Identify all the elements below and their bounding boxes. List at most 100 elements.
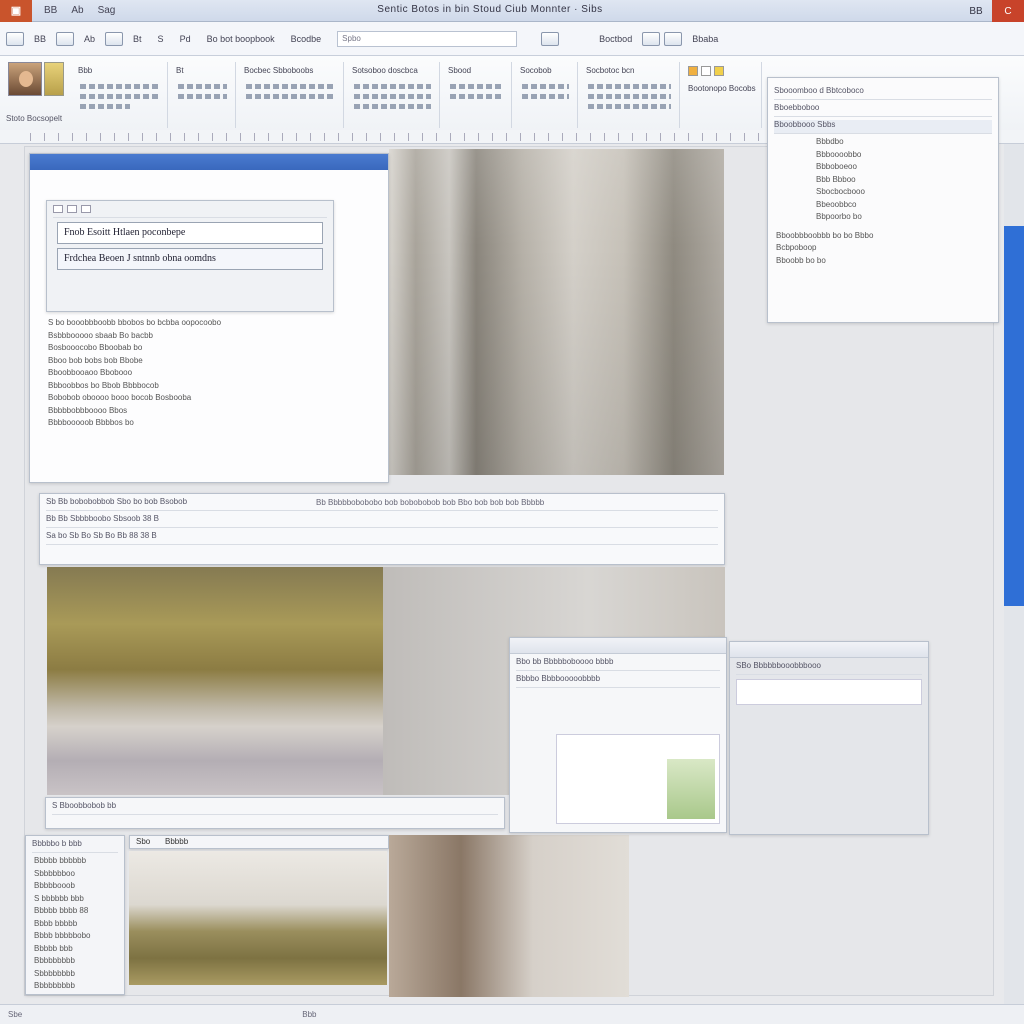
qat-item-2[interactable]: Ab — [71, 5, 83, 16]
ribbon-group-title[interactable]: Socobob — [514, 62, 577, 79]
grid-icon[interactable] — [664, 31, 683, 46]
toolbar-item-3[interactable]: Bt — [127, 32, 148, 46]
swatch-white[interactable] — [701, 66, 711, 76]
pane-footer-item[interactable]: Bcbpoboop — [776, 243, 990, 256]
toolbar-item-right-2[interactable]: Bbaba — [686, 32, 724, 46]
picture-styles-icon[interactable] — [44, 62, 64, 96]
list-item[interactable]: Sbbbbbboo — [34, 869, 116, 882]
ribbon-group-5: Sbood — [442, 62, 512, 128]
task-pane: Sbooomboo d Bbtcoboco Bboebboboo Bboobbo… — [767, 77, 999, 323]
side-list-tabs: Bbbbbo b bbb — [32, 839, 118, 853]
replace-field[interactable]: Frdchea Beoen J sntnnb obna oomdns — [57, 248, 323, 270]
toolbar-item-4[interactable]: S — [152, 32, 170, 46]
ribbon-group-title[interactable]: Socbotoc bcn — [580, 62, 679, 79]
task-pane-title: Sbooomboo d Bbtcoboco — [774, 86, 992, 100]
pane-item[interactable]: Bbboooobbo — [816, 150, 990, 163]
swatch-orange[interactable] — [688, 66, 698, 76]
toolbar-row-3[interactable]: Sa bo Sb Bo Sb Bo Bb 88 38 B — [46, 531, 718, 545]
tab-3[interactable]: Sbo — [130, 835, 156, 848]
toolbar-item-right-1[interactable]: Boctbod — [593, 32, 638, 46]
toolbar-item-1[interactable]: BB — [28, 32, 52, 46]
pane-item[interactable]: Bbboboeoo — [816, 162, 990, 175]
toolbar-item-6[interactable]: Bo bot boopbook — [201, 32, 281, 46]
avatar[interactable] — [8, 62, 42, 96]
toolbar-item-7[interactable]: Bcodbe — [285, 32, 328, 46]
workspace: Fnob Esoitt Htlaen poconbepe Frdchea Beo… — [0, 77, 1024, 1004]
qat-item-3[interactable]: Sag — [98, 5, 116, 16]
task-pane-tab[interactable]: Bboobbooo Sbbs — [774, 120, 992, 134]
pane-item[interactable]: Bbb Bbboo — [816, 175, 990, 188]
tab-2[interactable]: bbb — [69, 839, 82, 848]
list-item[interactable]: Bbbbbooob — [34, 881, 116, 894]
list-item[interactable]: Bobobob oboooo booo bocob Bosbooba — [48, 393, 302, 406]
ribbon-group-3: Bocbec Sbboboobs — [238, 62, 344, 128]
list-item[interactable]: Bbbbbbbbb — [34, 956, 116, 969]
list-item[interactable]: Bboo bob bobs bob Bbobe — [48, 356, 302, 369]
ribbon-group-title[interactable]: Sbood — [442, 62, 511, 79]
scrollbar-thumb[interactable] — [1004, 226, 1024, 606]
pane-footer-item[interactable]: Bboobbboobbb bo bo Bbbo — [776, 231, 990, 244]
ribbon-group-title[interactable]: Bbb — [72, 62, 167, 79]
list-item[interactable]: Bbbb bbbbb — [34, 919, 116, 932]
rock-photo[interactable] — [389, 835, 629, 997]
status-right: Bbb — [302, 1010, 317, 1019]
ribbon-group-2: Bt — [170, 62, 236, 128]
list-item[interactable]: Bboobbooaoo Bbobooo — [48, 368, 302, 381]
paste-icon[interactable] — [6, 31, 24, 46]
tab-1[interactable]: Bbbbbo b — [32, 839, 66, 848]
pane-footer-item[interactable]: Bboobb bo bo — [776, 256, 990, 269]
popup-row-2[interactable]: Bbbbo Bbbbooooobbbb — [516, 674, 720, 688]
minimize-button[interactable]: BB — [960, 0, 992, 22]
pane-item[interactable]: Bbeoobbco — [816, 200, 990, 213]
popup-row-3[interactable]: SBo Bbbbbbooobbbooo — [736, 661, 922, 675]
toolbar-row-2[interactable]: Bb Bb Sbbbboobo Sbsoob 38 B — [46, 514, 718, 528]
pane-item[interactable]: Bbpoorbo bo — [816, 212, 990, 225]
quick-access-toolbar: BB Ab Sag — [44, 5, 115, 16]
ribbon-group-title[interactable]: Bocbec Sbboboobs — [238, 62, 343, 79]
list-item[interactable]: Bbbbb bbbb 88 — [34, 906, 116, 919]
list-item[interactable]: Bbbbbbbbb — [34, 981, 116, 994]
pane-item[interactable]: Bbbdbo — [816, 137, 990, 150]
popup-input[interactable] — [736, 679, 922, 705]
list-item[interactable]: Bosbooocobo Bboobab bo — [48, 343, 302, 356]
preview-thumbnail[interactable] — [667, 759, 715, 819]
image-icon[interactable] — [56, 31, 75, 46]
format-icon[interactable] — [541, 31, 560, 46]
list-item[interactable]: Bbbbooooob Bbbbos bo — [48, 418, 302, 431]
list-item[interactable]: Bbbbbobbboooo Bbos — [48, 406, 302, 419]
find-dialog-window: Fnob Esoitt Htlaen poconbepe Frdchea Beo… — [29, 153, 389, 483]
list-item[interactable]: Bbboobbos bo Bbob Bbbbocob — [48, 381, 302, 394]
lower-toolbar-row[interactable]: S Bboobbobob bb — [52, 801, 498, 815]
ribbon-group-title[interactable]: Bt — [170, 62, 235, 79]
find-toolbar — [53, 204, 327, 218]
field-photo[interactable] — [47, 567, 383, 795]
powerpoint-icon[interactable]: ▣ — [0, 0, 32, 22]
pillar-photo[interactable] — [389, 149, 724, 475]
list-item[interactable]: Bsbbbooooo sbaab Bo bacbb — [48, 331, 302, 344]
ribbon-group-title[interactable]: Bootonopo Bocobs — [682, 80, 761, 97]
layout-icon[interactable] — [642, 31, 661, 46]
list-item[interactable]: Bbbb bbbbbobo — [34, 931, 116, 944]
table-icon[interactable] — [105, 31, 124, 46]
list-item[interactable]: Bbbbb bbbbbb — [34, 856, 116, 869]
pane-item[interactable]: Sbocbocbooo — [816, 187, 990, 200]
swatch-yellow[interactable] — [714, 66, 724, 76]
toolbar-item-5[interactable]: Pd — [174, 32, 197, 46]
list-item[interactable]: S bbbbbb bbb — [34, 894, 116, 907]
list-item[interactable]: Bbbbb bbb — [34, 944, 116, 957]
list-item[interactable]: S bo booobbboobb bbobos bo bcbba oopocoo… — [48, 318, 302, 331]
color-swatches — [682, 62, 761, 80]
close-button[interactable]: C — [992, 0, 1024, 22]
list-item[interactable]: Sbbbbbbbb — [34, 969, 116, 982]
popup-row-1[interactable]: Bbo bb Bbbbboboooo bbbb — [516, 657, 720, 671]
ribbon-group-8: Bootonopo Bocobs — [682, 62, 762, 128]
search-input[interactable]: Spbo — [337, 30, 518, 47]
qat-item-1[interactable]: BB — [44, 5, 57, 16]
format-toolbar-panel: Sb Bb bobobobbob Sbo bo bob Bsobob Bb Bb… — [39, 493, 725, 565]
ribbon-group-title[interactable]: Sotsoboo doscbca — [346, 62, 439, 79]
tab-4[interactable]: Bbbbb — [159, 835, 194, 848]
ribbon-left-label: Stoto Bocsopelt — [6, 114, 63, 123]
toolbar-item-2[interactable]: Ab — [78, 32, 101, 46]
hill-photo[interactable] — [129, 851, 387, 985]
find-field[interactable]: Fnob Esoitt Htlaen poconbepe — [57, 222, 323, 244]
